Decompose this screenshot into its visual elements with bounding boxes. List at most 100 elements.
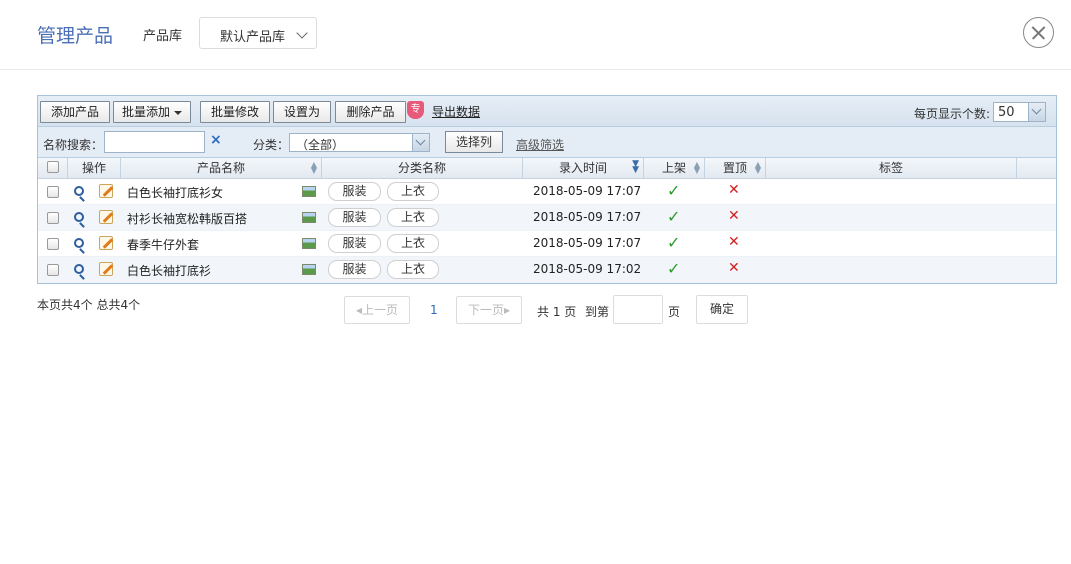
- product-grid: 添加产品 批量添加 批量修改 设置为 删除产品 专 导出数据 每页显示个数: 5…: [37, 95, 1057, 284]
- delete-product-button[interactable]: 删除产品: [335, 101, 406, 123]
- grid-toolbar: 添加产品 批量添加 批量修改 设置为 删除产品 专 导出数据 每页显示个数: 5…: [38, 96, 1056, 127]
- search-icon[interactable]: [74, 186, 84, 196]
- batch-add-button[interactable]: 批量添加: [113, 101, 191, 123]
- product-name: 衬衫长袖宽松韩版百搭: [127, 212, 248, 226]
- header-top[interactable]: 置顶 ▲ ▼: [705, 158, 766, 178]
- header-listed-label: 上架: [661, 161, 686, 175]
- row-checkbox[interactable]: [47, 186, 59, 198]
- check-icon[interactable]: ✓: [667, 233, 680, 252]
- category-select-value: （全部）: [296, 138, 345, 152]
- advanced-filter-link[interactable]: 高级筛选: [516, 136, 564, 153]
- entry-time: 2018-05-09 17:02: [533, 262, 642, 276]
- dialog-header: 管理产品 产品库 默认产品库: [0, 0, 1071, 70]
- header-product-name-label: 产品名称: [196, 161, 245, 175]
- product-name: 白色长袖打底衫女: [127, 186, 224, 200]
- image-icon[interactable]: [302, 264, 316, 275]
- row-checkbox[interactable]: [47, 264, 59, 276]
- library-label: 产品库: [143, 29, 183, 44]
- row-checkbox[interactable]: [47, 212, 59, 224]
- cross-icon[interactable]: ✕: [728, 182, 740, 198]
- total-pages: 共 1 页: [537, 305, 577, 319]
- select-all-checkbox[interactable]: [47, 161, 59, 173]
- edit-icon[interactable]: [99, 262, 113, 276]
- header-entry-time-label: 录入时间: [558, 161, 607, 175]
- chevron-down-icon: [296, 27, 308, 39]
- category-tag: 上衣: [387, 208, 439, 227]
- image-icon[interactable]: [302, 186, 316, 197]
- header-tags: 标签: [766, 158, 1017, 178]
- entry-time: 2018-05-09 17:07: [533, 184, 642, 198]
- table-row[interactable]: 白色长袖打底衫 服装 上衣 2018-05-09 17:02 ✓ ✕: [38, 257, 1056, 283]
- category-tag: 服装: [328, 182, 381, 201]
- table-row[interactable]: 衬衫长袖宽松韩版百搭 服装 上衣 2018-05-09 17:07 ✓ ✕: [38, 205, 1056, 231]
- search-icon[interactable]: [74, 238, 84, 248]
- category-tag: 服装: [328, 260, 381, 279]
- product-name: 春季牛仔外套: [127, 238, 200, 252]
- goto-label: 到第: [585, 305, 610, 319]
- clear-icon[interactable]: ×: [210, 132, 222, 148]
- confirm-button[interactable]: 确定: [696, 295, 748, 324]
- header-listed[interactable]: 上架 ▲ ▼: [644, 158, 705, 178]
- dropdown-caret-icon: [174, 110, 182, 115]
- header-entry-time[interactable]: 录入时间 ▼ ▼: [523, 158, 644, 178]
- category-tag: 上衣: [387, 182, 439, 201]
- row-checkbox[interactable]: [47, 238, 59, 250]
- cross-icon[interactable]: ✕: [728, 260, 740, 276]
- current-page-number[interactable]: 1: [430, 303, 438, 317]
- per-page-value: 50: [998, 105, 1015, 120]
- category-tag: 服装: [328, 208, 381, 227]
- batch-add-label: 批量添加: [121, 105, 170, 119]
- entry-time: 2018-05-09 17:07: [533, 236, 642, 250]
- table-header: 操作 产品名称 ▲ ▼ 分类名称 录入时间 ▼ ▼ 上架 ▲ ▼ 置顶 ▲ ▼ 标签: [38, 158, 1056, 179]
- check-icon[interactable]: ✓: [667, 207, 680, 226]
- per-page-select[interactable]: 50: [993, 102, 1046, 122]
- name-search-input[interactable]: [104, 131, 205, 153]
- entry-time: 2018-05-09 17:07: [533, 210, 642, 224]
- library-select[interactable]: 默认产品库: [199, 17, 317, 49]
- chevron-down-icon: [412, 134, 429, 151]
- category-tag: 上衣: [387, 234, 439, 253]
- search-bar: 名称搜索： × 分类： （全部） 选择列 高级筛选: [38, 127, 1056, 158]
- prev-page-label: 上一页: [362, 303, 399, 317]
- sort-icon: ▲ ▼: [754, 160, 761, 175]
- chevron-down-icon: [1028, 103, 1045, 121]
- header-ops: 操作: [68, 158, 121, 178]
- category-tag: 上衣: [387, 260, 439, 279]
- search-icon[interactable]: [74, 264, 84, 274]
- search-icon[interactable]: [74, 212, 84, 222]
- edit-icon[interactable]: [99, 236, 113, 250]
- cross-icon[interactable]: ✕: [728, 208, 740, 224]
- export-data-link[interactable]: 专 导出数据: [407, 101, 480, 120]
- category-label: 分类：: [253, 138, 290, 152]
- category-select[interactable]: （全部）: [289, 133, 430, 152]
- name-search-label: 名称搜索：: [43, 138, 104, 152]
- page-title: 管理产品: [37, 25, 114, 47]
- product-name: 白色长袖打底衫: [127, 264, 212, 278]
- image-icon[interactable]: [302, 238, 316, 249]
- sort-desc-icon: ▼ ▼: [632, 159, 639, 175]
- goto-page-input[interactable]: [613, 295, 663, 324]
- select-columns-button[interactable]: 选择列: [445, 131, 503, 153]
- page-summary: 本页共4个 总共4个: [37, 298, 141, 312]
- image-icon[interactable]: [302, 212, 316, 223]
- prev-page-button[interactable]: ◂上一页: [344, 296, 410, 324]
- check-icon[interactable]: ✓: [667, 181, 680, 200]
- table-row[interactable]: 春季牛仔外套 服装 上衣 2018-05-09 17:07 ✓ ✕: [38, 231, 1056, 257]
- set-as-button[interactable]: 设置为: [273, 101, 331, 123]
- header-top-label: 置顶: [722, 161, 747, 175]
- category-tag: 服装: [328, 234, 381, 253]
- chevron-right-icon: ▸: [503, 303, 511, 317]
- header-checkbox-cell: [38, 158, 68, 178]
- check-icon[interactable]: ✓: [667, 259, 680, 278]
- sort-icon: ▲ ▼: [693, 160, 700, 175]
- table-row[interactable]: 白色长袖打底衫女 服装 上衣 2018-05-09 17:07 ✓ ✕: [38, 179, 1056, 205]
- close-icon[interactable]: [1023, 17, 1054, 48]
- sort-icon: ▲ ▼: [310, 160, 317, 175]
- edit-icon[interactable]: [99, 210, 113, 224]
- cross-icon[interactable]: ✕: [728, 234, 740, 250]
- next-page-button[interactable]: 下一页▸: [456, 296, 522, 324]
- edit-icon[interactable]: [99, 184, 113, 198]
- header-product-name[interactable]: 产品名称 ▲ ▼: [121, 158, 322, 178]
- batch-edit-button[interactable]: 批量修改: [200, 101, 270, 123]
- add-product-button[interactable]: 添加产品: [40, 101, 110, 123]
